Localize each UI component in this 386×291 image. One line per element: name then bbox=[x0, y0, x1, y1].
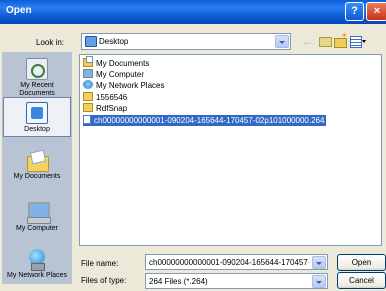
my-computer-icon bbox=[26, 201, 51, 224]
place-label: My Computer bbox=[15, 225, 58, 232]
look-in-label: Look in: bbox=[36, 38, 65, 47]
views-menu-icon[interactable] bbox=[350, 34, 367, 48]
list-item[interactable]: My Computer bbox=[83, 69, 144, 80]
open-button[interactable]: Open bbox=[337, 254, 386, 271]
file-name: My Computer bbox=[96, 70, 145, 79]
place-label: Desktop bbox=[24, 126, 50, 133]
list-item-selected[interactable]: ch00000000000001-090204-165644-170457-02… bbox=[81, 114, 328, 127]
files-of-type-value: 264 Files (*.264) bbox=[149, 277, 208, 286]
cancel-button[interactable]: Cancel bbox=[337, 272, 386, 289]
folder-documents-icon bbox=[83, 56, 93, 67]
recent-documents-icon bbox=[26, 58, 48, 80]
place-label: My Documents bbox=[13, 173, 61, 180]
places-bar: My Recent Documents Desktop My Documents… bbox=[2, 52, 72, 284]
file-icon bbox=[83, 115, 91, 124]
folder-icon bbox=[83, 92, 93, 101]
dialog-title: Open bbox=[6, 5, 32, 16]
chevron-down-icon[interactable] bbox=[312, 275, 326, 288]
folder-icon bbox=[83, 103, 93, 112]
files-of-type-dropdown[interactable]: 264 Files (*.264) bbox=[145, 273, 328, 289]
back-icon[interactable]: ← bbox=[302, 34, 316, 48]
network-icon bbox=[83, 80, 93, 89]
list-item[interactable]: RdfSnap bbox=[83, 103, 127, 114]
place-my-documents[interactable]: My Documents bbox=[2, 149, 72, 181]
place-my-recent-documents[interactable]: My Recent Documents bbox=[2, 58, 72, 98]
look-in-value: Desktop bbox=[99, 37, 129, 46]
file-name: 1556546 bbox=[96, 93, 128, 102]
title-bar[interactable]: Open ? × bbox=[0, 0, 386, 24]
file-name: My Network Places bbox=[96, 81, 165, 90]
file-name: RdfSnap bbox=[96, 104, 128, 113]
chevron-down-icon[interactable] bbox=[275, 35, 289, 48]
file-name-label: File name: bbox=[81, 259, 119, 268]
desktop-icon bbox=[26, 102, 48, 124]
place-my-computer[interactable]: My Computer bbox=[2, 201, 72, 233]
my-network-places-icon bbox=[26, 248, 48, 271]
place-label: My Network Places bbox=[7, 272, 67, 279]
open-dialog: Open ? × Look in: Desktop ← My Recent Do… bbox=[0, 0, 386, 291]
file-name: ch00000000000001-090204-165644-170457-02… bbox=[94, 116, 325, 125]
file-name: My Documents bbox=[96, 59, 150, 68]
computer-icon bbox=[83, 69, 93, 78]
up-folder-icon[interactable] bbox=[318, 34, 332, 48]
file-list[interactable]: My Documents My Computer My Network Plac… bbox=[79, 54, 382, 246]
chevron-down-icon[interactable] bbox=[312, 256, 326, 269]
list-item[interactable]: My Documents bbox=[83, 56, 150, 69]
place-my-network-places[interactable]: My Network Places bbox=[2, 248, 72, 280]
list-item[interactable]: My Network Places bbox=[83, 80, 164, 91]
new-folder-icon[interactable] bbox=[334, 31, 348, 48]
close-button[interactable]: × bbox=[366, 2, 386, 21]
place-label: My Recent Documents bbox=[19, 82, 55, 97]
file-name-value: ch00000000000001-090204-165644-170457-02… bbox=[149, 258, 309, 267]
place-desktop[interactable]: Desktop bbox=[3, 97, 71, 137]
files-of-type-label: Files of type: bbox=[81, 276, 127, 285]
file-name-field[interactable]: ch00000000000001-090204-165644-170457-02… bbox=[145, 254, 328, 270]
list-item[interactable]: 1556546 bbox=[83, 92, 127, 103]
help-button[interactable]: ? bbox=[345, 2, 364, 21]
my-documents-icon bbox=[25, 149, 49, 172]
desktop-icon bbox=[85, 36, 97, 47]
look-in-dropdown[interactable]: Desktop bbox=[81, 33, 291, 50]
